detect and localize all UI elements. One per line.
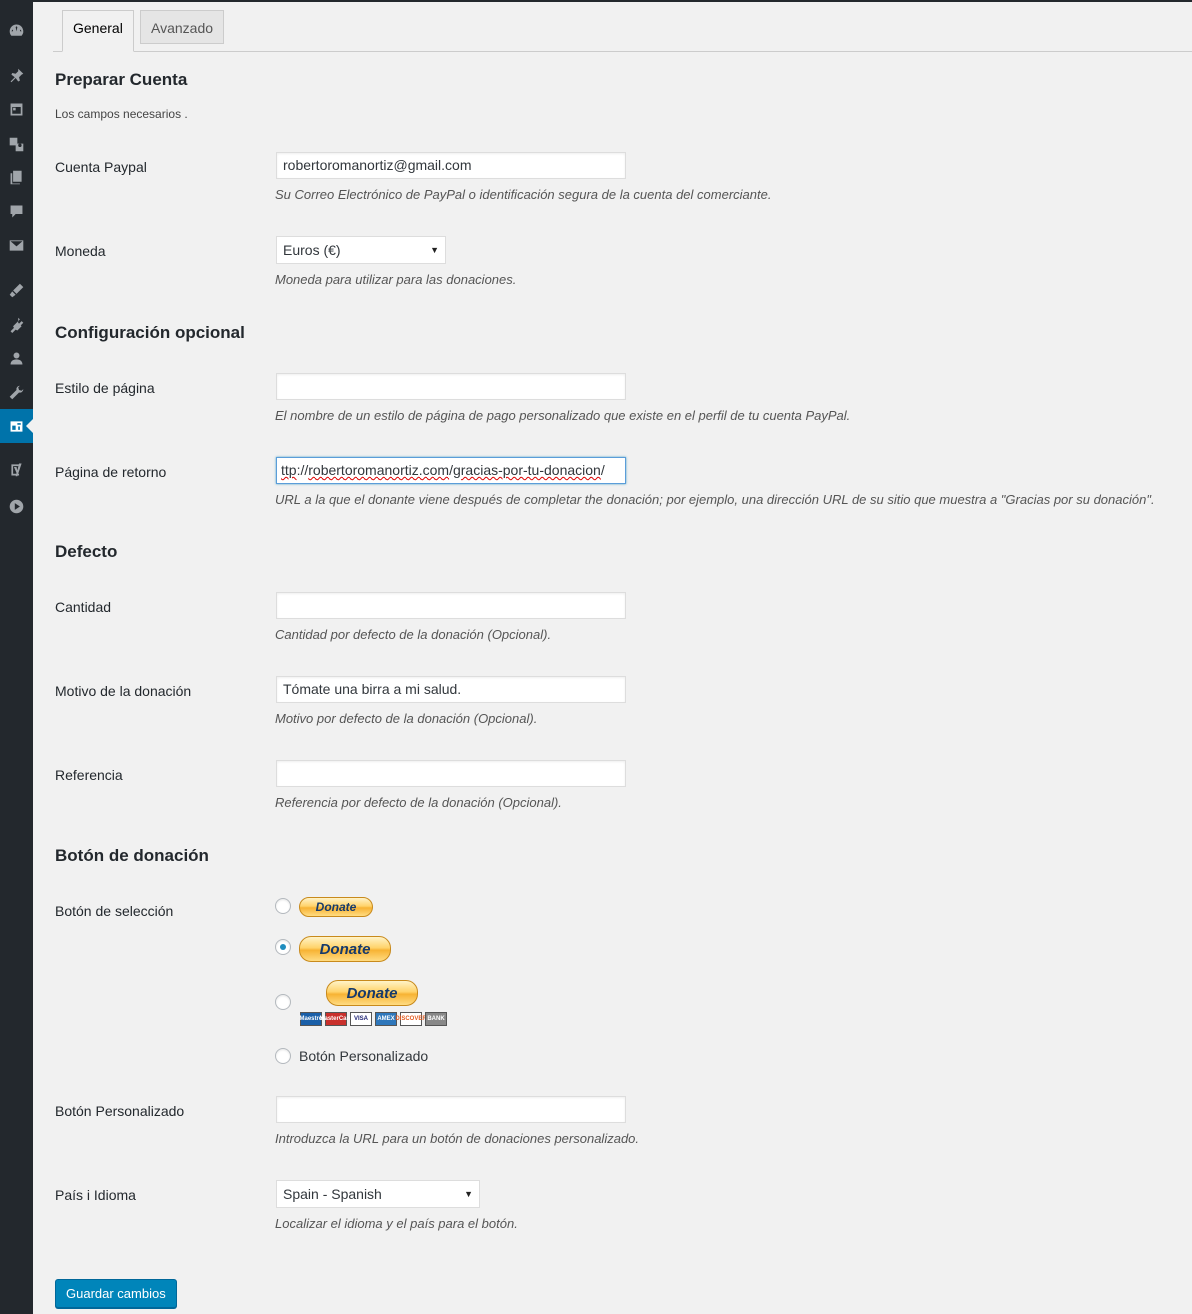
comments-icon[interactable] xyxy=(0,194,33,228)
purpose-input[interactable]: Tómate una birra a mi salud. xyxy=(276,676,626,703)
donation-plugin-icon[interactable] xyxy=(0,409,34,443)
return-url-sep: :// xyxy=(296,462,309,478)
amount-description: Cantidad por defecto de la donación (Opc… xyxy=(275,627,552,642)
appearance-icon[interactable] xyxy=(0,273,33,307)
calendar-icon[interactable] xyxy=(0,92,33,126)
button-option-small-radio[interactable] xyxy=(275,898,291,914)
top-border xyxy=(33,0,1192,2)
donate-button-with-cards: Donate xyxy=(326,980,418,1006)
return-url-path: gracias-por-tu-donacion xyxy=(452,462,601,478)
admin-sidebar xyxy=(0,0,34,1314)
button-selection-label: Botón de selección xyxy=(55,903,174,919)
country-selected-value: Spain - Spanish xyxy=(283,1186,382,1202)
mail-icon[interactable] xyxy=(0,228,33,262)
paypal-account-input[interactable]: robertoromanortiz@gmail.com xyxy=(276,152,626,179)
currency-select[interactable]: Euros (€) ▼ xyxy=(276,236,446,264)
return-url-scheme: ttp xyxy=(281,462,297,478)
purpose-label: Motivo de la donación xyxy=(55,683,192,699)
save-changes-button[interactable]: Guardar cambios xyxy=(55,1279,177,1308)
tab-advanced[interactable]: Avanzado xyxy=(140,10,225,44)
bank-icon: BANK xyxy=(425,1012,447,1026)
card-logos: Maestro MasterCard VISA AMEX DISCOVER BA… xyxy=(300,1012,447,1026)
visa-icon: VISA xyxy=(350,1012,372,1026)
reference-input[interactable] xyxy=(276,760,626,787)
amount-input[interactable] xyxy=(276,592,626,619)
donate-button-small: Donate xyxy=(299,897,373,917)
button-option-cards-radio[interactable] xyxy=(275,994,291,1010)
amount-label: Cantidad xyxy=(55,599,112,615)
media-icon[interactable] xyxy=(0,127,33,161)
page-style-label: Estilo de página xyxy=(55,380,155,396)
play-icon[interactable] xyxy=(0,489,33,523)
chevron-down-icon: ▼ xyxy=(464,1189,473,1199)
required-fields-note: Los campos necesarios . xyxy=(55,107,188,121)
paypal-account-description: Su Correo Electrónico de PayPal o identi… xyxy=(275,187,772,202)
currency-description: Moneda para utilizar para las donaciones… xyxy=(275,272,517,287)
country-language-description: Localizar el idioma y el país para el bo… xyxy=(275,1216,518,1231)
tab-baseline xyxy=(53,51,1192,52)
paypal-account-label: Cuenta Paypal xyxy=(55,159,147,175)
tab-general[interactable]: General xyxy=(62,10,134,52)
discover-icon: DISCOVER xyxy=(395,1012,427,1026)
custom-button-description: Introduzca la URL para un botón de donac… xyxy=(275,1131,640,1146)
section-title-defaults: Defecto xyxy=(55,542,118,561)
yoast-icon[interactable] xyxy=(0,452,33,486)
currency-label: Moneda xyxy=(55,243,106,259)
country-language-label: País i Idioma xyxy=(55,1187,136,1203)
page-style-input[interactable] xyxy=(276,373,626,400)
custom-button-option-label: Botón Personalizado xyxy=(299,1048,429,1064)
return-page-description: URL a la que el donante viene después de… xyxy=(275,492,1155,507)
section-title-account: Preparar Cuenta xyxy=(55,70,188,89)
amex-icon: AMEX xyxy=(375,1012,397,1026)
country-language-select[interactable]: Spain - Spanish ▼ xyxy=(276,1180,480,1208)
plugins-icon[interactable] xyxy=(0,307,33,341)
users-icon[interactable] xyxy=(0,341,33,375)
return-url-end: / xyxy=(600,462,605,478)
return-url-domain: robertoromanortiz.com xyxy=(308,462,450,478)
reference-description: Referencia por defecto de la donación (O… xyxy=(275,795,562,810)
section-title-button: Botón de donación xyxy=(55,846,209,865)
pages-icon[interactable] xyxy=(0,160,33,194)
button-option-custom-radio[interactable] xyxy=(275,1048,291,1064)
donate-button-large: Donate xyxy=(299,936,391,962)
purpose-description: Motivo por defecto de la donación (Opcio… xyxy=(275,711,538,726)
section-title-optional: Configuración opcional xyxy=(55,323,245,342)
currency-selected-value: Euros (€) xyxy=(283,242,341,258)
mastercard-icon: MasterCard xyxy=(320,1012,353,1026)
page-style-description: El nombre de un estilo de página de pago… xyxy=(275,408,851,423)
custom-button-label: Botón Personalizado xyxy=(55,1103,185,1119)
dashboard-icon[interactable] xyxy=(0,13,33,47)
chevron-down-icon: ▼ xyxy=(430,245,439,255)
return-page-input[interactable]: ttp://robertoromanortiz.com /gracias-por-… xyxy=(276,457,626,484)
custom-button-url-input[interactable] xyxy=(276,1096,626,1123)
button-option-large-radio[interactable] xyxy=(275,939,291,955)
return-page-label: Página de retorno xyxy=(55,464,167,480)
reference-label: Referencia xyxy=(55,767,123,783)
pin-icon[interactable] xyxy=(0,58,33,92)
tools-icon[interactable] xyxy=(0,375,33,409)
